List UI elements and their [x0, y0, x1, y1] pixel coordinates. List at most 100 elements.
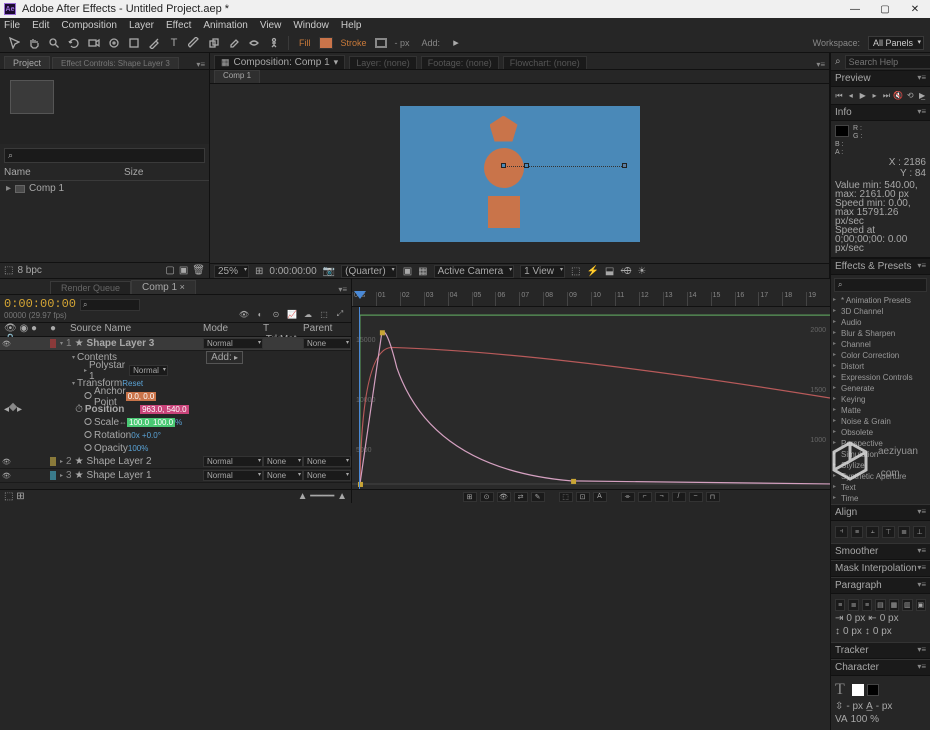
stroke-color-swatch[interactable] — [867, 684, 879, 696]
views-dropdown[interactable]: 1 View — [520, 265, 565, 278]
blend-mode-dropdown[interactable]: Normal — [203, 470, 263, 481]
comp-subtab[interactable]: Comp 1 — [214, 70, 260, 83]
para-justify-icon[interactable]: ▤ — [875, 599, 885, 611]
pan-behind-tool-icon[interactable] — [106, 35, 122, 51]
fill-color-swatch[interactable] — [852, 684, 864, 696]
mute-icon[interactable]: 🔇 — [892, 90, 904, 101]
timeline-comp-tab[interactable]: Comp 1 × — [131, 280, 196, 294]
para-justify3-icon[interactable]: ▥ — [902, 599, 912, 611]
layer-row-1[interactable]: 👁 ▾1 ★ Shape Layer 3 Normal None — [0, 337, 351, 351]
opacity-value[interactable]: 100% — [128, 444, 148, 453]
graph-separate-icon[interactable]: ⇄ — [514, 492, 528, 502]
effects-category[interactable]: 3D Channel — [831, 306, 930, 317]
maximize-button[interactable]: ▢ — [870, 0, 900, 18]
hold-icon[interactable]: ⊓ — [706, 492, 720, 502]
panel-menu-icon[interactable]: ▾≡ — [917, 73, 926, 84]
menu-help[interactable]: Help — [341, 20, 362, 31]
ruler-tick[interactable]: 17 — [758, 292, 782, 306]
blend-mode-dropdown[interactable]: Normal — [203, 456, 263, 467]
align-right-icon[interactable]: ⫠ — [866, 526, 879, 538]
camera-dropdown[interactable]: Active Camera — [434, 265, 515, 278]
col-trkmat[interactable]: T .TrkMat — [263, 323, 303, 336]
scale-y-value[interactable]: 100.0 — [151, 418, 175, 427]
motion-blur-icon[interactable]: ⊙ — [269, 308, 283, 320]
prev-frame-icon[interactable]: ◂ — [845, 90, 857, 101]
para-justify2-icon[interactable]: ▦ — [889, 599, 899, 611]
footage-viewer-tab[interactable]: Footage: (none) — [421, 56, 499, 69]
ruler-tick[interactable]: 10 — [591, 292, 615, 306]
graph-fit-icon[interactable]: ⬚ — [559, 492, 573, 502]
ruler-tick[interactable]: 07 — [519, 292, 543, 306]
project-tab[interactable]: Project — [4, 56, 50, 69]
draft3d-icon[interactable]: ⬚ — [317, 308, 331, 320]
effects-category[interactable]: Noise & Grain — [831, 416, 930, 427]
graph-show-icon[interactable]: 👁 — [497, 492, 511, 502]
ruler-tick[interactable]: 14 — [687, 292, 711, 306]
effects-category[interactable]: Synthetic Aperture — [831, 471, 930, 482]
panel-menu-icon[interactable]: ▾≡ — [192, 60, 209, 69]
menu-effect[interactable]: Effect — [166, 20, 191, 31]
layer-viewer-tab[interactable]: Layer: (none) — [349, 56, 417, 69]
panel-menu-icon[interactable]: ▾≡ — [917, 507, 926, 518]
ruler-tick[interactable]: 03 — [424, 292, 448, 306]
puppet-tool-icon[interactable] — [266, 35, 282, 51]
add-shape-button[interactable]: Add: ▸ — [206, 351, 243, 364]
position-value[interactable]: 963.0, 540.0 — [140, 405, 188, 414]
stroke-label[interactable]: Stroke — [341, 38, 367, 48]
effects-category[interactable]: Color Correction — [831, 350, 930, 361]
effects-search[interactable]: ⌕ — [834, 278, 927, 292]
stroke-width[interactable]: - px — [395, 38, 410, 48]
motion-path[interactable] — [504, 166, 624, 168]
menu-edit[interactable]: Edit — [32, 20, 49, 31]
graph-choose-icon[interactable]: ⊞ — [463, 492, 477, 502]
rotation-value[interactable]: 0x +0.0° — [131, 431, 161, 440]
graph-area[interactable]: 2000 1500 1000 15000 10000 5000 — [352, 307, 830, 489]
panel-menu-icon[interactable]: ▾≡ — [917, 107, 926, 118]
brainstorm-icon[interactable]: ☁ — [301, 308, 315, 320]
menu-file[interactable]: File — [4, 20, 20, 31]
para-left-icon[interactable]: ≡ — [835, 599, 845, 611]
parent-dropdown[interactable]: None — [303, 470, 351, 481]
ruler-tick[interactable]: 02 — [400, 292, 424, 306]
graph-autozoom-icon[interactable]: A — [593, 492, 607, 502]
flowchart-tab[interactable]: Flowchart: (none) — [503, 56, 587, 69]
new-comp-icon[interactable]: ▣ — [179, 265, 188, 276]
next-kf-icon[interactable]: ▸ — [17, 404, 22, 415]
clone-tool-icon[interactable] — [206, 35, 222, 51]
shape-tool-icon[interactable] — [126, 35, 142, 51]
timeline-search[interactable]: ⌕ — [80, 299, 140, 311]
fill-swatch-icon[interactable] — [319, 37, 333, 49]
blend-mode-dropdown[interactable]: Normal — [203, 338, 263, 349]
col-mode[interactable]: Mode — [203, 323, 263, 336]
camera-tool-icon[interactable] — [86, 35, 102, 51]
graph-snap-icon[interactable]: ⊙ — [480, 492, 494, 502]
graph-editor-icon[interactable]: 📈 — [285, 308, 299, 320]
pen-tool-icon[interactable] — [146, 35, 162, 51]
ruler-tick[interactable]: 11 — [615, 292, 639, 306]
composition-viewer[interactable] — [210, 84, 829, 263]
workspace-dropdown[interactable]: All Panels — [868, 36, 924, 50]
effects-category[interactable]: Matte — [831, 405, 930, 416]
col-parent[interactable]: Parent — [303, 323, 351, 336]
exposure-icon[interactable]: ☀ — [637, 266, 646, 277]
ruler-tick[interactable]: 08 — [543, 292, 567, 306]
eye-icon[interactable]: 👁 — [2, 457, 11, 466]
ruler-tick[interactable]: 16 — [735, 292, 759, 306]
last-frame-icon[interactable]: ⏭ — [881, 90, 893, 101]
first-frame-icon[interactable]: ⏮ — [833, 90, 845, 101]
auto-bezier-icon[interactable]: ~ — [689, 492, 703, 502]
ease-in-icon[interactable]: ⌐ — [638, 492, 652, 502]
menu-window[interactable]: Window — [293, 20, 329, 31]
project-item-comp1[interactable]: ▸ Comp 1 — [0, 181, 209, 196]
effects-category[interactable]: Blur & Sharpen — [831, 328, 930, 339]
ruler-tick[interactable]: 06 — [495, 292, 519, 306]
tl-expand-icon[interactable]: ⤢ — [333, 308, 347, 320]
linear-icon[interactable]: / — [672, 492, 686, 502]
snapshot-icon[interactable]: 📷 — [323, 266, 335, 277]
para-right-icon[interactable]: ≡ — [862, 599, 872, 611]
col-size[interactable]: Size — [124, 167, 143, 178]
align-top-icon[interactable]: ⊤ — [882, 526, 895, 538]
help-search-input[interactable] — [845, 55, 930, 69]
effects-category[interactable]: * Animation Presets — [831, 295, 930, 306]
selection-tool-icon[interactable] — [6, 35, 22, 51]
